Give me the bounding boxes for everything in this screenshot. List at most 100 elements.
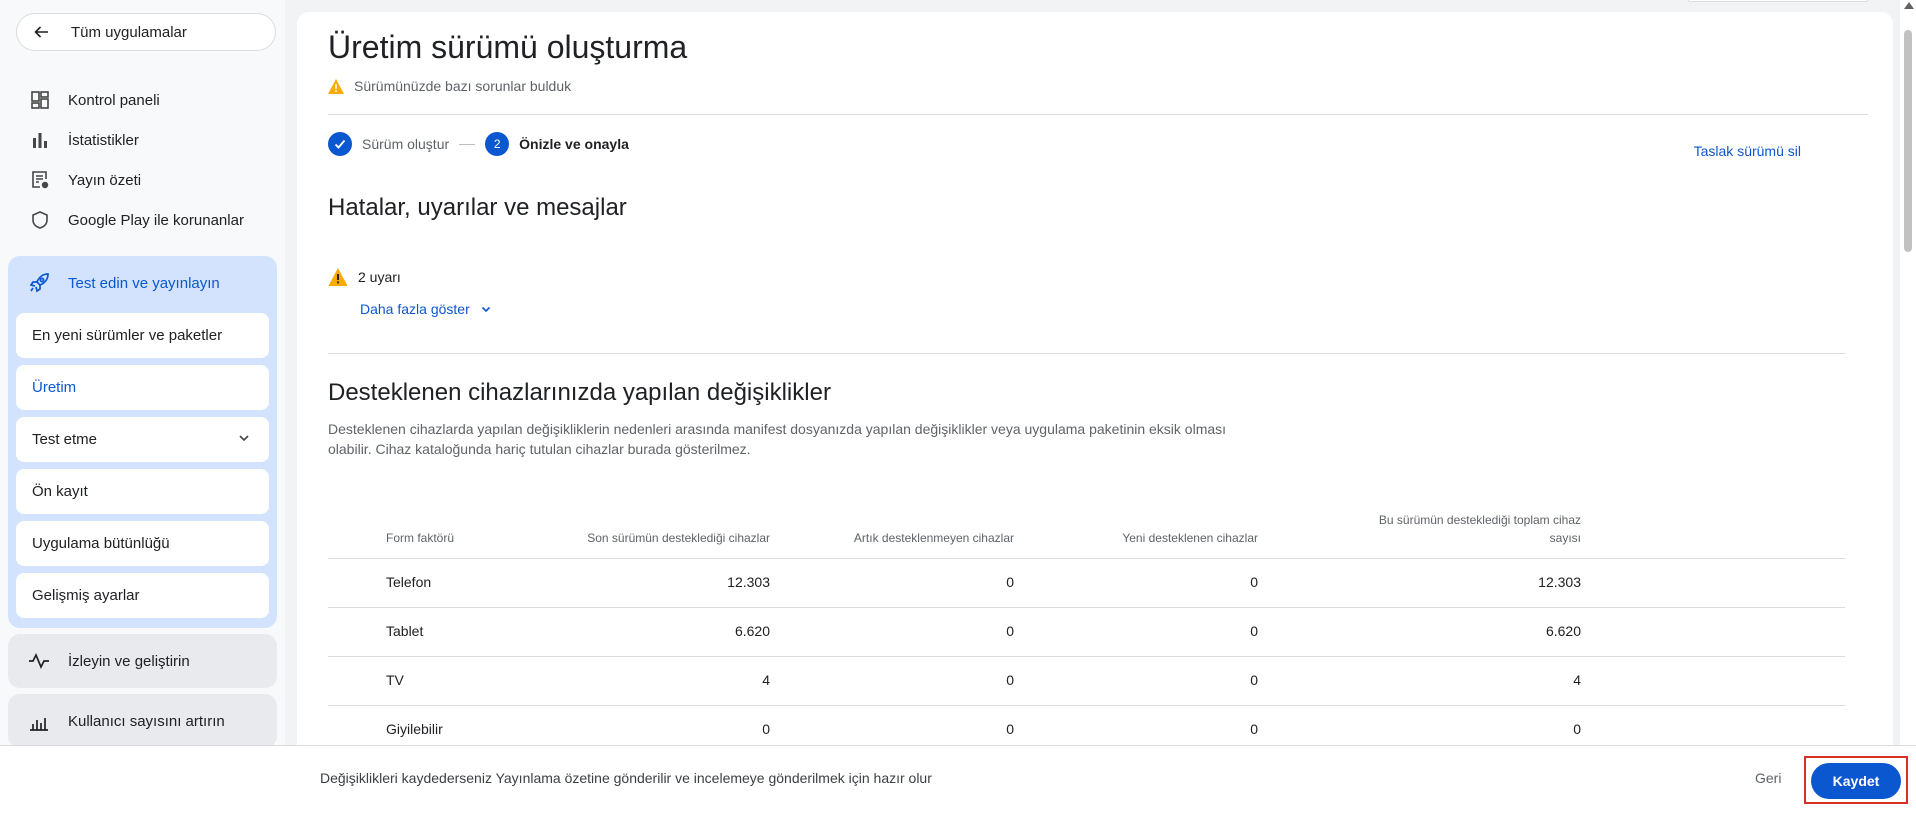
table-cell: Giyilebilir	[386, 721, 443, 737]
dashboard-icon	[28, 88, 52, 112]
shield-icon	[28, 208, 52, 232]
warning-count: 2 uyarı	[328, 268, 401, 286]
test-release-group-label: Test edin ve yayınlayın	[68, 274, 220, 292]
column-header: Son sürümün desteklediği cihazlar	[587, 531, 770, 545]
all-apps-button[interactable]: Tüm uygulamalar	[16, 13, 276, 51]
sidebar-item-label: Test etme	[32, 431, 98, 448]
table-cell: 6.620	[1545, 623, 1581, 639]
table-cell: 0	[1006, 672, 1014, 688]
pulse-icon	[27, 649, 51, 673]
show-more-label: Daha fazla göster	[360, 301, 470, 317]
table-cell: 0	[1250, 623, 1258, 639]
header-divider	[328, 114, 1868, 115]
publishing-overview-icon	[28, 168, 52, 192]
table-row: Giyilebilir 0 0 0 0	[328, 706, 1845, 745]
sidebar-item-statistics[interactable]: İstatistikler	[16, 120, 276, 160]
devices-table: Form faktörü Son sürümün desteklediği ci…	[328, 495, 1845, 745]
table-row: Tablet 6.620 0 0 6.620	[328, 608, 1845, 657]
sidebar-item-label: Ön kayıt	[32, 483, 88, 500]
sidebar-item-label: Uygulama bütünlüğü	[32, 535, 170, 552]
devices-section-description: Desteklenen cihazlarda yapılan değişikli…	[328, 421, 1227, 457]
chevron-down-icon	[237, 431, 251, 449]
grow-group-header[interactable]: Kullanıcı sayısını artırın	[8, 694, 277, 745]
test-release-group-header[interactable]: Test edin ve yayınlayın	[8, 256, 277, 310]
sidebar-item-latest-releases[interactable]: En yeni sürümler ve paketler	[16, 313, 269, 358]
all-apps-label: Tüm uygulamalar	[71, 23, 187, 41]
column-header: Artık desteklenmeyen cihazlar	[853, 531, 1014, 545]
table-cell: 0	[1250, 672, 1258, 688]
step-number: 2	[485, 132, 510, 156]
arrow-back-icon	[31, 22, 51, 42]
sidebar-item-label: Üretim	[32, 379, 77, 396]
sidebar-item-dashboard[interactable]: Kontrol paneli	[16, 80, 276, 120]
table-cell: 12.303	[727, 574, 770, 590]
growth-chart-icon	[27, 709, 51, 733]
sidebar-item-pre-registration[interactable]: Ön kayıt	[16, 469, 269, 514]
table-cell: 0	[1573, 721, 1581, 737]
table-cell: 4	[1573, 672, 1581, 688]
sidebar-item-label: Yayın özeti	[68, 171, 142, 189]
column-header: Bu sürümün desteklediği toplam cihaz say…	[1378, 513, 1581, 545]
step-preview-confirm: Önizle ve onayla	[519, 136, 629, 152]
show-more-button[interactable]: Daha fazla göster	[360, 301, 492, 317]
bar-chart-icon	[28, 128, 52, 152]
table-cell: 0	[1006, 574, 1014, 590]
back-button[interactable]: Geri	[1755, 770, 1781, 786]
warning-summary-text: Sürümünüzde bazı sorunlar bulduk	[354, 78, 572, 94]
step-connector	[459, 143, 476, 145]
rocket-icon	[27, 271, 51, 295]
table-row: TV 4 0 0 4	[328, 657, 1845, 706]
delete-draft-link[interactable]: Taslak sürümü sil	[1694, 143, 1801, 159]
page-title: Üretim sürümü oluşturma	[328, 29, 688, 65]
save-info-message: Değişiklikleri kaydederseniz Yayınlama ö…	[320, 770, 932, 786]
table-cell: 6.620	[734, 623, 770, 639]
save-button-highlight: Kaydet	[1804, 756, 1908, 804]
top-search-edge	[1688, 0, 1868, 2]
bottom-action-bar: Değişiklikleri kaydederseniz Yayınlama ö…	[0, 745, 1916, 813]
column-header: Yeni desteklenen cihazlar	[1122, 531, 1258, 545]
table-cell: 0	[1006, 721, 1014, 737]
sidebar-item-app-integrity[interactable]: Uygulama bütünlüğü	[16, 521, 269, 566]
monitor-group-header[interactable]: İzleyin ve geliştirin	[8, 634, 277, 688]
sidebar-item-advanced-settings[interactable]: Gelişmiş ayarlar	[16, 573, 269, 618]
sidebar-item-label: Google Play ile korunanlar	[68, 211, 244, 229]
sidebar-item-production[interactable]: Üretim	[16, 365, 269, 410]
table-row: Telefon 12.303 0 0 12.303	[328, 559, 1845, 608]
step-create-release[interactable]: Sürüm oluştur	[362, 136, 449, 152]
scroll-thumb[interactable]	[1904, 30, 1912, 252]
table-cell: TV	[386, 672, 404, 688]
table-cell: 0	[1006, 623, 1014, 639]
table-cell: 4	[762, 672, 770, 688]
table-cell: 12.303	[1538, 574, 1581, 590]
table-cell: 0	[1250, 721, 1258, 737]
step-complete-check-icon	[328, 132, 352, 156]
table-header: Form faktörü Son sürümün desteklediği ci…	[328, 495, 1845, 559]
warning-summary: Sürümünüzde bazı sorunlar bulduk	[328, 78, 571, 94]
warning-icon	[328, 268, 348, 286]
sidebar-item-testing[interactable]: Test etme	[16, 417, 269, 462]
stepper: Sürüm oluştur 2 Önizle ve onayla	[328, 132, 629, 156]
sidebar-item-label: En yeni sürümler ve paketler	[32, 327, 223, 344]
section-divider	[328, 353, 1845, 354]
devices-section-title: Desteklenen cihazlarınızda yapılan değiş…	[328, 379, 831, 406]
sidebar-item-label: Kontrol paneli	[68, 91, 160, 109]
scroll-up-arrow-icon[interactable]	[1904, 2, 1914, 9]
main-content: Üretim sürümü oluşturma Sürümünüzde bazı…	[297, 12, 1893, 745]
errors-section-title: Hatalar, uyarılar ve mesajlar	[328, 194, 627, 221]
table-cell: 0	[1250, 574, 1258, 590]
chevron-down-icon	[480, 303, 492, 315]
warning-count-text: 2 uyarı	[358, 269, 401, 285]
sidebar: Tüm uygulamalar Kontrol paneli İstatisti…	[0, 0, 285, 745]
monitor-group-label: İzleyin ve geliştirin	[68, 652, 190, 670]
page-scrollbar[interactable]	[1900, 0, 1916, 745]
sidebar-item-publishing-overview[interactable]: Yayın özeti	[16, 160, 276, 200]
column-header: Form faktörü	[386, 531, 455, 545]
table-cell: Tablet	[386, 623, 424, 639]
warning-icon	[328, 78, 344, 94]
table-cell: 0	[762, 721, 770, 737]
sidebar-item-play-protect[interactable]: Google Play ile korunanlar	[16, 200, 276, 240]
table-cell: Telefon	[386, 574, 432, 590]
sidebar-item-label: İstatistikler	[68, 131, 139, 149]
save-button[interactable]: Kaydet	[1811, 763, 1901, 799]
grow-group-label: Kullanıcı sayısını artırın	[68, 712, 225, 730]
